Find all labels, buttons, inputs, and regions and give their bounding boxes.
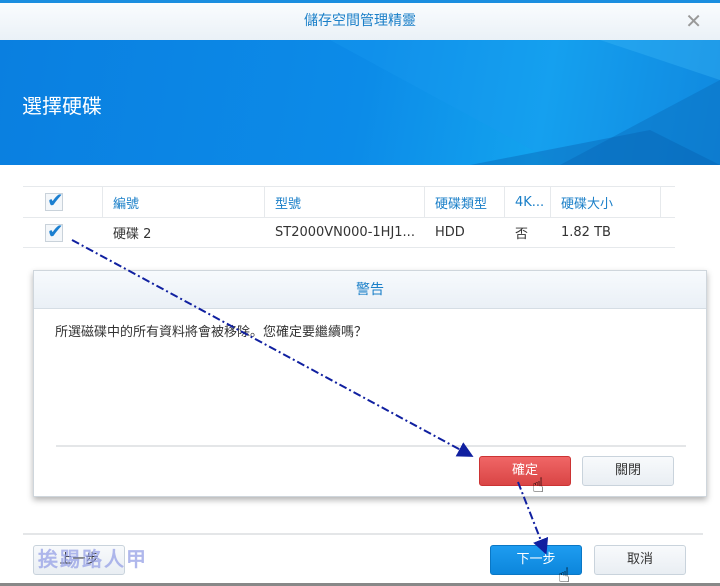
cell-model: ST2000VN000-1HJ1...	[275, 225, 415, 240]
cell-type: HDD	[435, 225, 465, 240]
confirm-button[interactable]: 確定	[479, 456, 571, 486]
banner-decoration	[330, 40, 720, 165]
col-4k[interactable]: 4K...	[505, 187, 551, 217]
banner: 選擇硬碟	[0, 40, 720, 165]
title-bar: 儲存空間管理精靈 ✕	[0, 3, 720, 40]
page-title: 選擇硬碟	[22, 94, 102, 118]
next-button[interactable]: 下一步	[490, 545, 582, 575]
warning-dialog: 警告 所選磁碟中的所有資料將會被移除。您確定要繼續嗎？ 確定 關閉	[33, 270, 707, 497]
cancel-button[interactable]: 取消	[594, 545, 686, 575]
select-all-checkbox[interactable]	[45, 188, 64, 212]
disk-table: 編號 型號 硬碟類型 4K... 硬碟大小 硬碟 2 ST2000VN000-1…	[23, 186, 675, 248]
close-icon[interactable]: ✕	[685, 3, 702, 40]
dialog-message: 所選磁碟中的所有資料將會被移除。您確定要繼續嗎？	[55, 325, 368, 340]
col-size[interactable]: 硬碟大小	[551, 187, 661, 217]
col-type[interactable]: 硬碟類型	[425, 187, 505, 217]
window-title: 儲存空間管理精靈	[304, 13, 416, 29]
cell-id: 硬碟 2	[113, 227, 152, 242]
divider	[56, 445, 686, 447]
cell-4k: 否	[515, 227, 529, 242]
col-model[interactable]: 型號	[265, 187, 425, 217]
close-button[interactable]: 關閉	[582, 456, 674, 486]
watermark: 挨踢路人甲	[38, 547, 148, 571]
divider	[23, 533, 703, 535]
table-row[interactable]: 硬碟 2 ST2000VN000-1HJ1... HDD 否 1.82 TB	[23, 217, 675, 248]
cell-size: 1.82 TB	[561, 225, 611, 240]
table-header: 編號 型號 硬碟類型 4K... 硬碟大小	[23, 186, 675, 217]
col-id[interactable]: 編號	[103, 187, 265, 217]
row-checkbox[interactable]	[45, 219, 64, 243]
dialog-title: 警告	[34, 271, 706, 309]
